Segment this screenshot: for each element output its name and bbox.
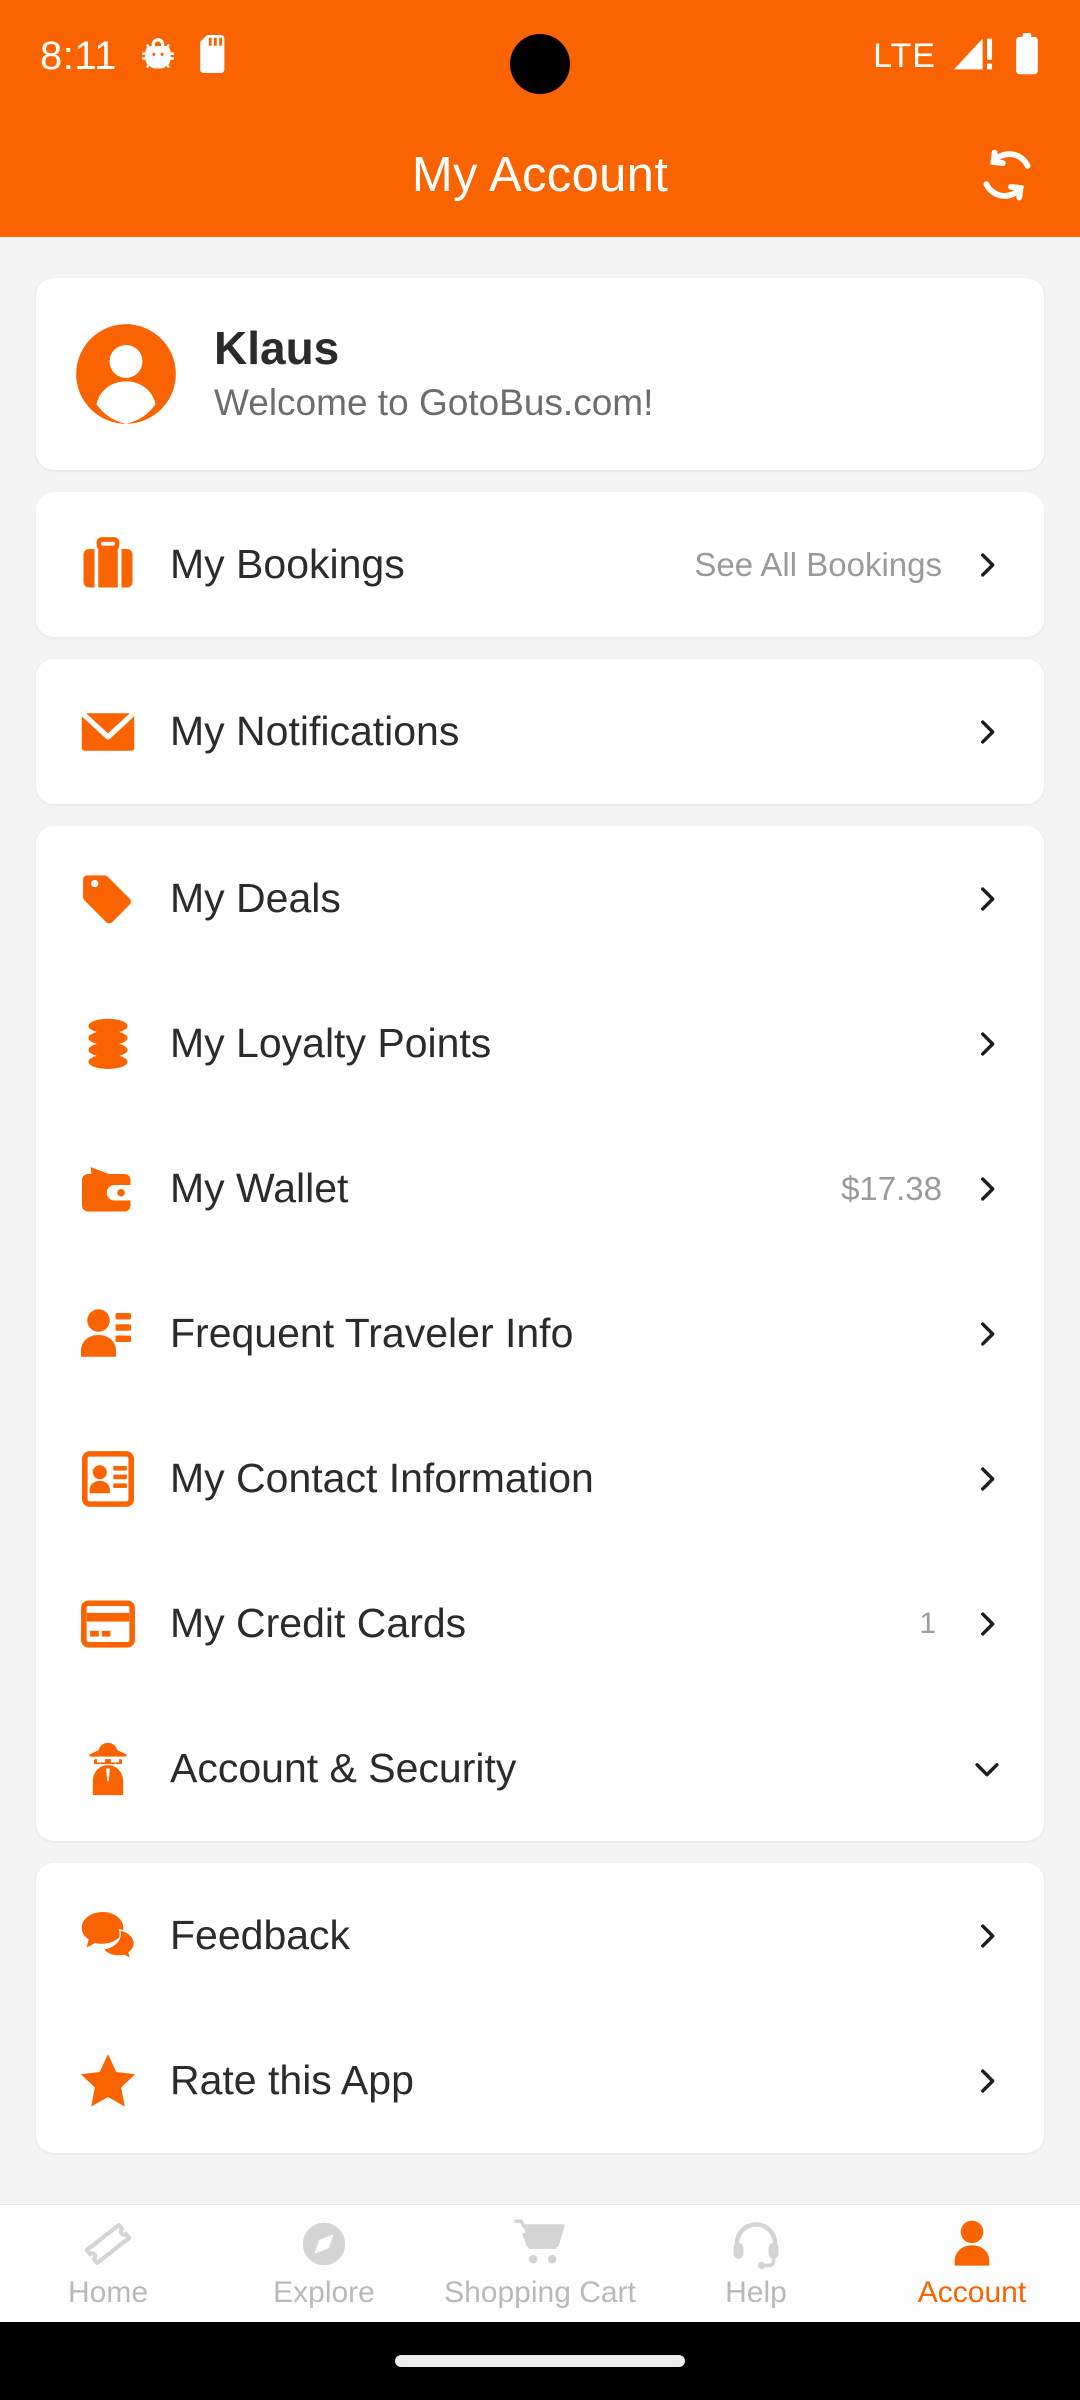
content-area: Klaus Welcome to GotoBus.com! My Booking… — [0, 237, 1080, 2204]
nav-label: Home — [67, 2275, 149, 2309]
nav-item-home[interactable]: Home — [0, 2205, 216, 2322]
row-label: Account & Security — [170, 1745, 517, 1791]
tag-icon — [74, 865, 142, 933]
row-my-credit-cards[interactable]: My Credit Cards 1 — [36, 1551, 1044, 1696]
comments-icon — [74, 1902, 142, 1970]
id-card-icon — [74, 1445, 142, 1513]
row-my-wallet[interactable]: My Wallet $17.38 — [36, 1116, 1044, 1261]
status-bar: 8:11 LTE — [0, 0, 1080, 112]
row-account-and-security[interactable]: Account & Security — [36, 1696, 1044, 1841]
row-label: Frequent Traveler Info — [170, 1310, 574, 1356]
sd-card-icon — [199, 34, 229, 78]
chevron-right-icon[interactable] — [970, 1919, 1004, 1953]
wallet-icon — [74, 1155, 142, 1223]
chevron-right-icon[interactable] — [970, 1027, 1004, 1061]
row-rate-this-app[interactable]: Rate this App — [36, 2008, 1044, 2153]
bottom-navigation-bar: Home Explore Shopping Cart Help Account — [0, 2204, 1080, 2322]
chevron-right-icon[interactable] — [970, 1172, 1004, 1206]
ticket-icon — [82, 2218, 134, 2270]
row-my-contact-information[interactable]: My Contact Information — [36, 1406, 1044, 1551]
row-label: Rate this App — [170, 2057, 414, 2103]
user-secret-icon — [74, 1735, 142, 1803]
signal-bars-warning-icon — [952, 34, 998, 79]
user-icon — [946, 2218, 998, 2270]
row-my-bookings[interactable]: My Bookings See All Bookings — [36, 492, 1044, 637]
headset-icon — [730, 2218, 782, 2270]
nav-item-shopping-cart[interactable]: Shopping Cart — [432, 2205, 648, 2322]
network-type-label: LTE — [873, 36, 936, 75]
chevron-down-icon[interactable] — [970, 1752, 1004, 1786]
row-my-deals[interactable]: My Deals — [36, 826, 1044, 971]
status-time: 8:11 — [40, 33, 117, 78]
profile-text: Klaus Welcome to GotoBus.com! — [214, 323, 653, 424]
nav-item-account[interactable]: Account — [864, 2205, 1080, 2322]
notifications-group-card: My Notifications — [36, 659, 1044, 804]
shopping-cart-icon — [513, 2218, 567, 2270]
coins-icon — [74, 1010, 142, 1078]
profile-name: Klaus — [214, 322, 340, 375]
chevron-right-icon[interactable] — [970, 1317, 1004, 1351]
row-label: My Credit Cards — [170, 1600, 467, 1646]
row-label: Feedback — [170, 1912, 351, 1958]
compass-icon — [298, 2218, 350, 2270]
support-group-card: Feedback Rate this App — [36, 1863, 1044, 2153]
bookings-group-card: My Bookings See All Bookings — [36, 492, 1044, 637]
system-gesture-bar — [0, 2322, 1080, 2400]
wallet-balance: $17.38 — [841, 1169, 942, 1207]
chevron-right-icon[interactable] — [970, 715, 1004, 749]
profile-welcome-message: Welcome to GotoBus.com! — [214, 382, 654, 424]
status-bar-right: LTE — [873, 32, 1040, 80]
nav-label: Account — [917, 2275, 1027, 2309]
profile-card[interactable]: Klaus Welcome to GotoBus.com! — [36, 278, 1044, 470]
credit-card-icon — [74, 1590, 142, 1658]
avatar — [74, 322, 178, 426]
suitcase-icon — [74, 531, 142, 599]
chevron-right-icon[interactable] — [970, 1462, 1004, 1496]
chevron-right-icon[interactable] — [970, 548, 1004, 582]
envelope-icon — [74, 698, 142, 766]
nav-item-help[interactable]: Help — [648, 2205, 864, 2322]
chevron-right-icon[interactable] — [970, 1607, 1004, 1641]
row-label: My Contact Information — [170, 1455, 594, 1501]
page-title: My Account — [411, 147, 669, 202]
row-label: My Wallet — [170, 1165, 349, 1211]
app-bar: My Account — [0, 112, 1080, 237]
row-label: My Loyalty Points — [170, 1020, 492, 1066]
camera-punch-hole — [510, 34, 570, 94]
row-my-loyalty-points[interactable]: My Loyalty Points — [36, 971, 1044, 1116]
gesture-pill[interactable] — [395, 2355, 685, 2367]
nav-label: Help — [725, 2275, 787, 2309]
star-icon — [74, 2047, 142, 2115]
status-bar-left: 8:11 — [40, 34, 229, 79]
nav-label: Shopping Cart — [444, 2275, 636, 2309]
row-my-notifications[interactable]: My Notifications — [36, 659, 1044, 804]
nav-item-explore[interactable]: Explore — [216, 2205, 432, 2322]
refresh-icon[interactable] — [974, 142, 1040, 208]
see-all-bookings-label[interactable]: See All Bookings — [694, 546, 970, 584]
row-feedback[interactable]: Feedback — [36, 1863, 1044, 2008]
row-label: My Bookings — [170, 541, 405, 587]
row-label: My Notifications — [170, 708, 460, 754]
credit-cards-count: 1 — [919, 1606, 936, 1640]
nav-label: Explore — [273, 2275, 375, 2309]
chevron-right-icon[interactable] — [970, 882, 1004, 916]
account-group-card: My Deals My Loyalty Points My Wallet $17… — [36, 826, 1044, 1841]
user-list-icon — [74, 1300, 142, 1368]
android-debug-icon — [139, 35, 177, 78]
battery-full-icon — [1014, 32, 1040, 80]
profile-row[interactable]: Klaus Welcome to GotoBus.com! — [36, 278, 1044, 470]
row-label: My Deals — [170, 875, 341, 921]
phone-screen: 8:11 LTE My Account Klaus Welcome to Got… — [0, 0, 1080, 2400]
chevron-right-icon[interactable] — [970, 2064, 1004, 2098]
row-frequent-traveler-info[interactable]: Frequent Traveler Info — [36, 1261, 1044, 1406]
